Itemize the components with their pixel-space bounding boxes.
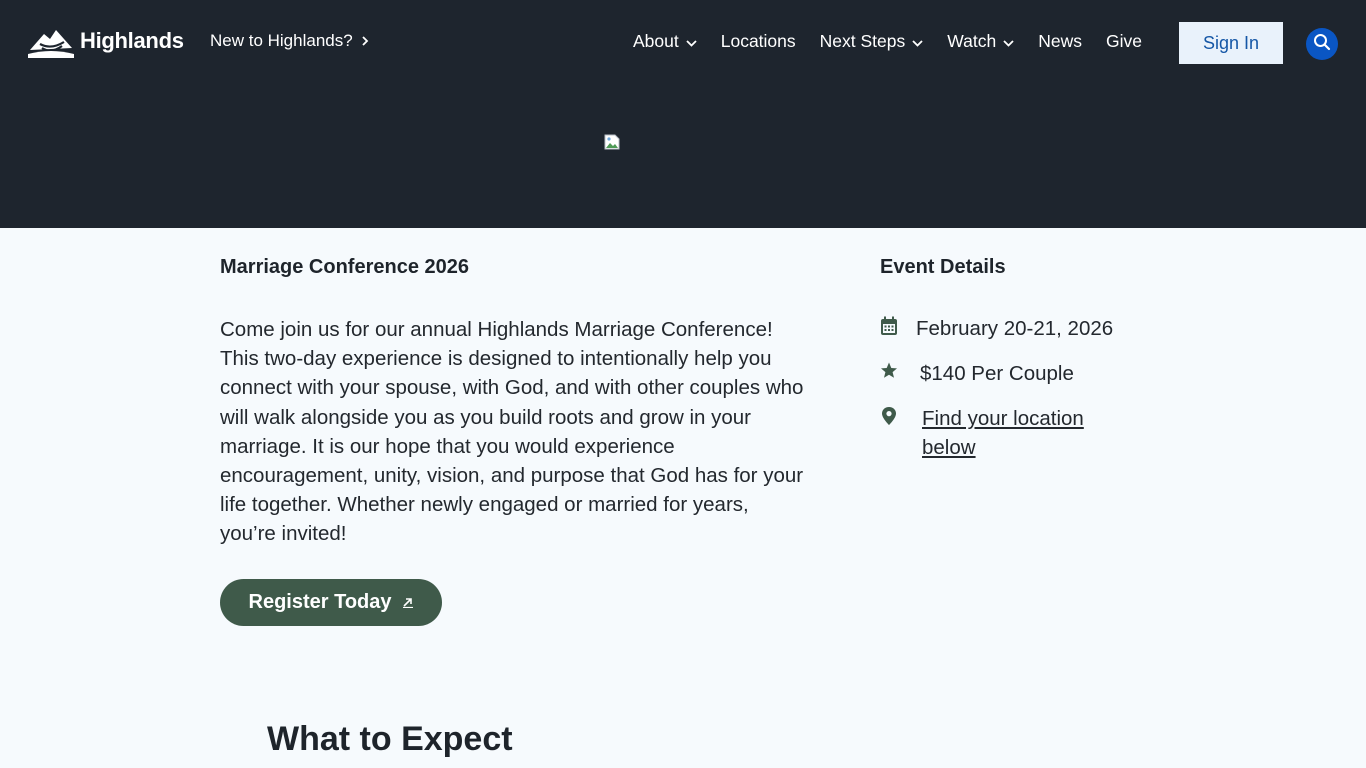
nav-item-label: About: [633, 31, 679, 51]
event-title: Marriage Conference 2026: [220, 256, 470, 278]
site-logo[interactable]: Highlands: [28, 24, 184, 58]
chevron-down-icon: [686, 31, 697, 52]
detail-price: $140 Per Couple: [880, 359, 1074, 388]
chevron-down-icon: [1003, 31, 1014, 52]
search-icon: [1313, 33, 1331, 56]
calendar-icon: [880, 316, 898, 336]
nav-item-label: Watch: [947, 31, 997, 51]
logo-text: Highlands: [80, 28, 184, 53]
nav-item-watch[interactable]: Watch: [947, 31, 1014, 52]
detail-location: Find your location below: [880, 404, 1122, 462]
event-date: February 20-21, 2026: [916, 317, 1114, 340]
chevron-down-icon: [912, 31, 923, 52]
site-header: Highlands New to Highlands? About Locati…: [0, 0, 1366, 228]
nav-item-label: Next Steps: [819, 31, 906, 51]
search-button[interactable]: [1306, 28, 1338, 60]
detail-date: February 20-21, 2026: [880, 314, 1113, 343]
chevron-right-icon: [361, 31, 369, 51]
nav-item-give[interactable]: Give: [1106, 31, 1142, 52]
new-to-highlands-label: New to Highlands?: [210, 31, 353, 50]
broken-image-icon: [604, 134, 622, 152]
map-pin-icon: [880, 406, 898, 426]
external-link-icon: [402, 591, 414, 614]
nav-item-news[interactable]: News: [1038, 31, 1082, 52]
mountain-logo-icon: [28, 24, 74, 58]
sign-in-button[interactable]: Sign In: [1179, 22, 1283, 64]
main-nav: About Locations Next Steps Watch News Gi…: [633, 31, 1142, 52]
nav-item-next-steps[interactable]: Next Steps: [820, 31, 924, 52]
register-label: Register Today: [248, 591, 392, 613]
new-to-highlands-link[interactable]: New to Highlands?: [210, 31, 369, 51]
nav-item-about[interactable]: About: [633, 31, 697, 52]
register-today-button[interactable]: Register Today: [220, 579, 442, 626]
nav-item-label: Give: [1105, 31, 1142, 51]
event-description: Come join us for our annual Highlands Ma…: [220, 318, 804, 546]
nav-item-label: Locations: [720, 31, 796, 51]
nav-item-label: News: [1038, 31, 1082, 51]
find-location-link[interactable]: Find your location below: [922, 404, 1122, 462]
event-details-title: Event Details: [880, 256, 1006, 278]
event-price: $140 Per Couple: [920, 362, 1074, 385]
what-to-expect-heading: What to Expect: [267, 720, 513, 758]
star-icon: [880, 361, 898, 381]
nav-item-locations[interactable]: Locations: [721, 31, 796, 52]
